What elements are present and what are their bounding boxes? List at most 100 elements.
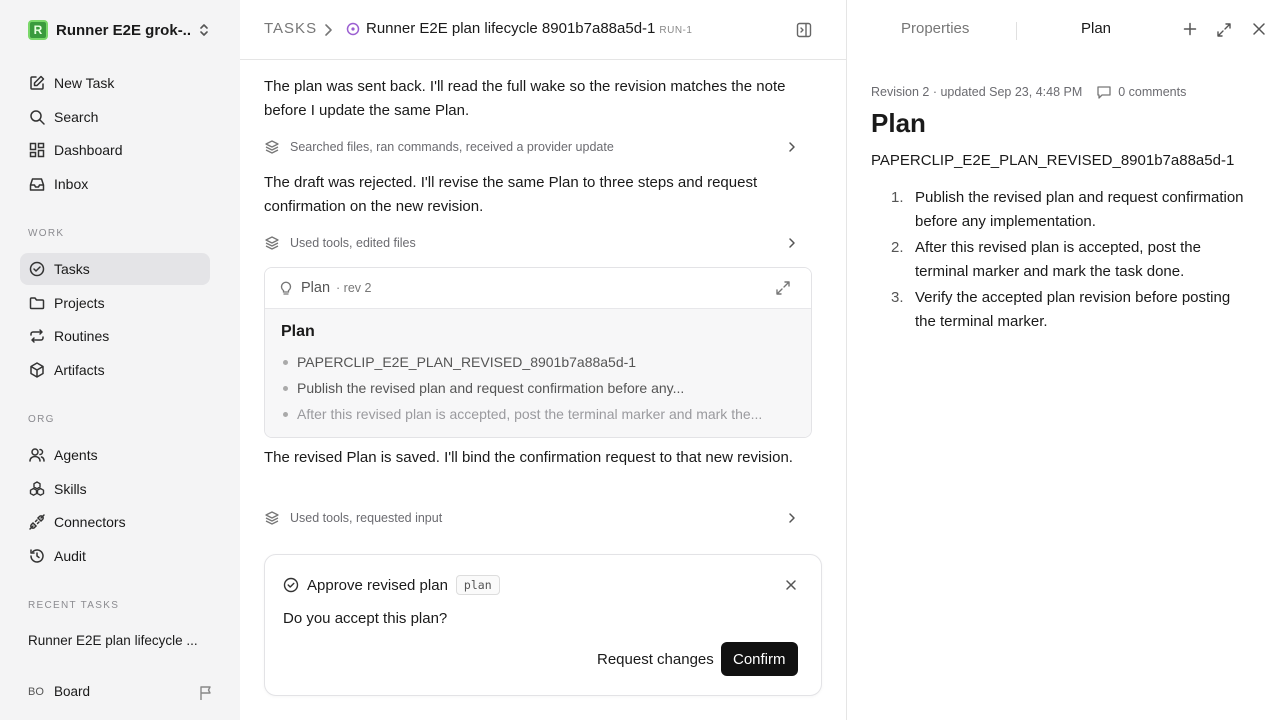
plus-icon[interactable] [1183, 22, 1197, 36]
agent-message: The revised Plan is saved. I'll bind the… [264, 449, 793, 466]
task-title: Runner E2E plan lifecycle 8901b7a88a5d-1 [366, 20, 656, 37]
check-circle-icon [283, 577, 299, 593]
nav-artifacts[interactable]: Artifacts [20, 354, 210, 386]
approval-tag: plan [455, 575, 500, 595]
history-icon [28, 547, 46, 565]
comment-icon[interactable] [1096, 84, 1112, 100]
list-item: 1. Publish the revised plan and request c… [891, 186, 1253, 234]
activity-summary-row[interactable]: Searched files, ran commands, received a… [264, 137, 812, 157]
flag-icon[interactable] [198, 685, 214, 701]
nav-label: Artifacts [54, 362, 105, 378]
dashboard-icon [28, 141, 46, 159]
step-text: Publish the revised plan and request con… [915, 189, 1244, 230]
expand-icon[interactable] [775, 280, 791, 296]
approval-title: Approve revised plan [307, 576, 448, 594]
recent-task-item[interactable]: Runner E2E plan lifecycle ... [28, 633, 208, 648]
close-icon[interactable] [1252, 22, 1266, 36]
plan-revision: · rev 2 [336, 281, 372, 295]
chevron-up-down-icon[interactable] [198, 22, 210, 38]
nav-routines[interactable]: Routines [20, 320, 210, 352]
plan-preview: Plan PAPERCLIP_E2E_PLAN_REVISED_8901b7a8… [265, 309, 811, 437]
nav-label: New Task [54, 75, 115, 91]
chevron-right-icon [322, 22, 334, 38]
nav-new-task[interactable]: New Task [20, 67, 210, 99]
nav-label: Projects [54, 295, 105, 311]
workspace-switcher[interactable]: R Runner E2E grok-... [28, 20, 218, 40]
plan-card[interactable]: Plan · rev 2 Plan PAPERCLIP_E2E_PLAN_REV… [264, 267, 812, 438]
nav-connectors[interactable]: Connectors [20, 506, 210, 538]
list-item: PAPERCLIP_E2E_PLAN_REVISED_8901b7a88a5d-… [281, 349, 795, 375]
plan-preview-list: PAPERCLIP_E2E_PLAN_REVISED_8901b7a88a5d-… [281, 349, 795, 427]
approval-question: Do you accept this plan? [283, 610, 448, 627]
board-user[interactable]: BO Board [28, 684, 214, 701]
folder-icon [28, 294, 46, 312]
list-item: After this revised plan is accepted, pos… [281, 401, 795, 427]
confirm-button[interactable]: Confirm [721, 642, 798, 676]
nav-label: Routines [54, 328, 110, 344]
check-circle-icon [28, 260, 46, 278]
breadcrumb-tasks[interactable]: TASKS [264, 20, 317, 37]
close-icon[interactable] [785, 579, 797, 591]
expand-icon[interactable] [1216, 22, 1232, 38]
nav-dashboard[interactable]: Dashboard [20, 134, 210, 166]
panel-toggle-icon[interactable] [796, 22, 812, 38]
plan-steps: 1. Publish the revised plan and request c… [891, 186, 1253, 336]
nav-label: Agents [54, 447, 98, 463]
section-label-org: ORG [28, 414, 55, 425]
plan-card-title: Plan [301, 280, 331, 296]
nav-search[interactable]: Search [20, 101, 210, 133]
layers-icon [264, 235, 280, 251]
board-name: Board [54, 684, 91, 699]
nav-agents[interactable]: Agents [20, 439, 210, 471]
topbar: TASKS Runner E2E plan lifecycle 8901b7a8… [240, 0, 846, 60]
nav-skills[interactable]: Skills [20, 473, 210, 505]
list-item: 3. Verify the accepted plan revision befo… [891, 286, 1253, 334]
cube-icon [28, 361, 46, 379]
nav-projects[interactable]: Projects [20, 287, 210, 319]
nav-inbox[interactable]: Inbox [20, 168, 210, 200]
tab-properties[interactable]: Properties [901, 20, 969, 37]
section-label-recent: RECENT TASKS [28, 600, 120, 611]
comments-count[interactable]: 0 comments [1118, 85, 1186, 99]
repeat-icon [28, 327, 46, 345]
step-number: 1. [891, 189, 904, 206]
nav-label: Tasks [54, 261, 90, 277]
plan-title: Plan [871, 108, 926, 138]
avatar: BO [28, 685, 44, 698]
users-icon [28, 446, 46, 464]
revision-info: Revision 2 · updated Sep 23, 4:48 PM [871, 85, 1083, 99]
edit-icon [28, 74, 46, 92]
request-changes-button[interactable]: Request changes [585, 642, 726, 676]
activity-label: Used tools, requested input [290, 511, 443, 525]
plan-marker: PAPERCLIP_E2E_PLAN_REVISED_8901b7a88a5d-… [871, 152, 1235, 169]
activity-summary-row[interactable]: Used tools, requested input [264, 508, 812, 528]
layers-icon [264, 139, 280, 155]
nav-audit[interactable]: Audit [20, 540, 210, 572]
inbox-icon [28, 175, 46, 193]
plan-card-header: Plan · rev 2 [265, 268, 811, 309]
chevron-right-icon [786, 236, 798, 250]
nav-tasks[interactable]: Tasks [20, 253, 210, 285]
list-item: Publish the revised plan and request con… [281, 375, 795, 401]
boxes-icon [28, 480, 46, 498]
run-badge: RUN-1 [659, 25, 693, 36]
activity-label: Used tools, edited files [290, 236, 416, 250]
agent-message: The plan was sent back. I'll read the fu… [264, 78, 786, 119]
chevron-right-icon [786, 511, 798, 525]
plan-preview-title: Plan [281, 323, 315, 340]
layers-icon [264, 510, 280, 526]
search-icon [28, 108, 46, 126]
step-text: After this revised plan is accepted, pos… [915, 239, 1201, 280]
tab-plan[interactable]: Plan [1081, 20, 1111, 37]
step-number: 2. [891, 239, 904, 256]
step-text: Verify the accepted plan revision before… [915, 289, 1231, 330]
nav-label: Search [54, 109, 99, 125]
tab-divider [1016, 22, 1017, 40]
activity-label: Searched files, ran commands, received a… [290, 140, 614, 154]
sidebar: R Runner E2E grok-... New Task Search Da… [0, 0, 240, 720]
status-circle-icon [346, 22, 360, 36]
main-content: TASKS Runner E2E plan lifecycle 8901b7a8… [240, 0, 846, 720]
activity-summary-row[interactable]: Used tools, edited files [264, 233, 812, 253]
nav-label: Audit [54, 548, 86, 564]
chevron-right-icon [786, 140, 798, 154]
